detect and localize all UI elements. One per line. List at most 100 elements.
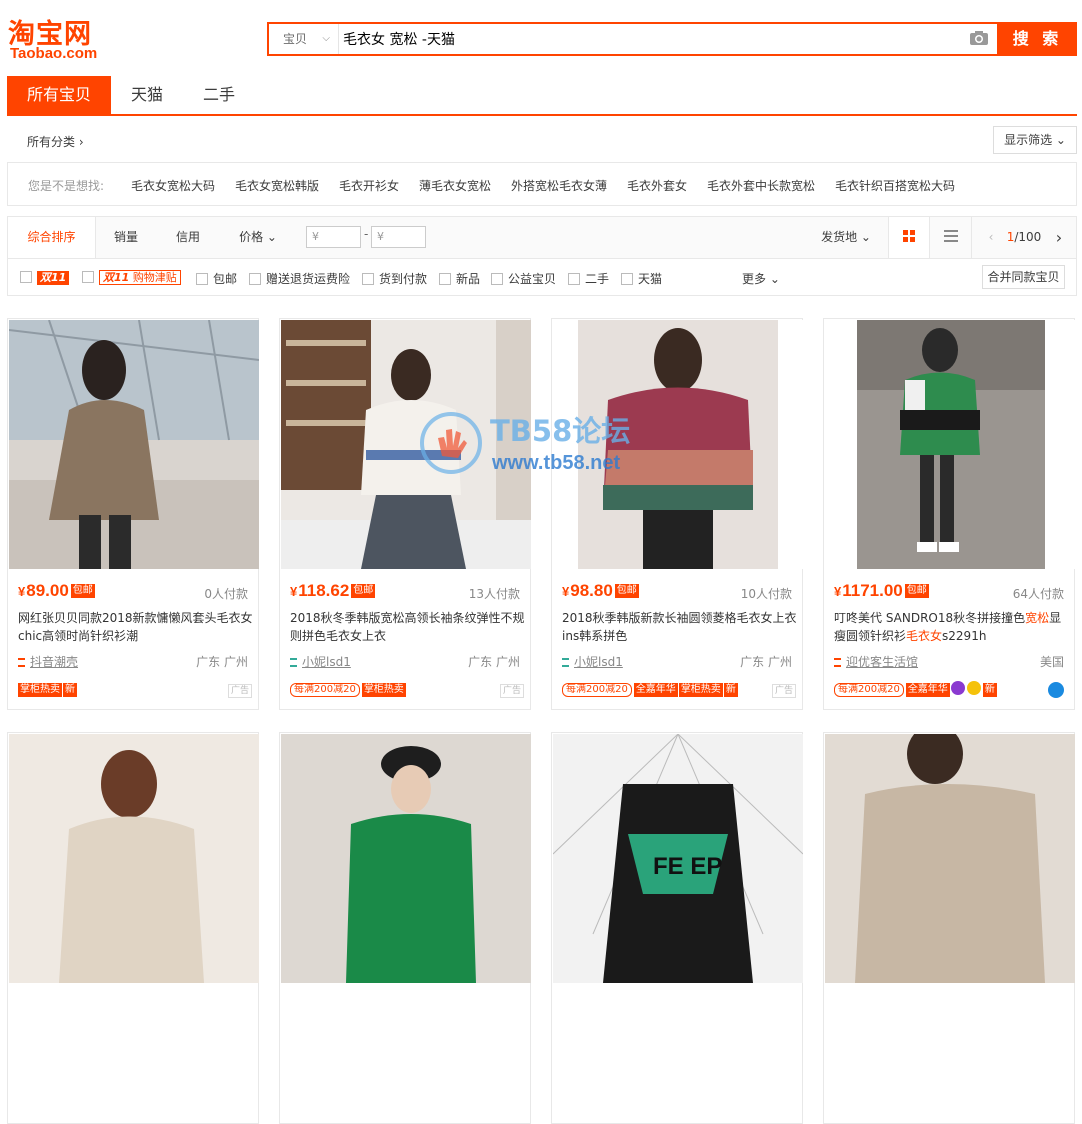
product-card[interactable]	[7, 732, 259, 1124]
price-dash: -	[364, 227, 369, 241]
location: 广东 广州	[196, 655, 248, 669]
tab-all[interactable]: 所有宝贝	[7, 76, 111, 114]
deal-count: 64人付款	[1012, 587, 1064, 601]
tab-secondhand[interactable]: 二手	[187, 76, 251, 114]
product-image[interactable]	[281, 734, 531, 983]
badge-row: 每满200减20 掌柜热卖	[290, 681, 407, 699]
sort-sales[interactable]: 销量	[96, 217, 156, 258]
product-image[interactable]	[9, 320, 259, 569]
search-tabs: 所有宝贝 天猫 二手	[7, 76, 1077, 116]
taobao-logo-en[interactable]: Taobao.com	[10, 45, 97, 62]
filter-cod[interactable]: 货到付款	[362, 270, 427, 287]
sort-price[interactable]: 价格 ⌄	[228, 217, 288, 258]
product-price: ¥98.80 包邮	[562, 581, 639, 600]
shop-link[interactable]: 迎优客生活馆	[834, 653, 918, 670]
shop-link[interactable]: 小妮lsd1	[290, 653, 351, 670]
category-row: 所有分类 › 显示筛选 ⌄	[7, 122, 1077, 160]
search-input[interactable]	[341, 24, 961, 54]
filter-charity[interactable]: 公益宝贝	[491, 270, 556, 287]
next-page-icon[interactable]: ›	[1052, 217, 1066, 258]
product-card[interactable]: FE EP	[551, 732, 803, 1124]
filter-secondhand[interactable]: 二手	[568, 270, 609, 287]
page-indicator: 1/100	[1006, 230, 1042, 244]
deal-count: 10人付款	[740, 587, 792, 601]
filter-double11[interactable]: 双11	[20, 270, 70, 285]
product-image[interactable]	[553, 320, 803, 569]
filter-free-shipping[interactable]: 包邮	[196, 270, 237, 287]
product-price: ¥118.62 包邮	[290, 581, 376, 600]
merge-same-button[interactable]: 合并同款宝贝	[982, 265, 1065, 289]
ad-label: 广告	[499, 684, 524, 698]
shop-icon	[18, 658, 25, 667]
shop-link[interactable]: 抖音潮壳	[18, 653, 78, 670]
product-card[interactable]: ¥89.00 包邮 0人付款 网红张贝贝同款2018新款慵懒风套头毛衣女chic高…	[7, 318, 259, 710]
service-icon	[950, 681, 965, 695]
ship-from-select[interactable]: 发货地 ⌄	[816, 217, 876, 258]
search-button[interactable]: 搜 索	[998, 22, 1077, 56]
grid-icon	[903, 230, 915, 242]
suggest-item[interactable]: 毛衣外套女	[627, 177, 687, 194]
sort-bar: 综合排序 销量 信用 价格 ⌄ ¥ - ¥ 发货地 ⌄ ‹ 1/100 ›	[7, 216, 1077, 259]
location: 美国	[1039, 655, 1064, 669]
sort-default[interactable]: 综合排序	[8, 217, 96, 259]
filter-new[interactable]: 新品	[439, 270, 480, 287]
location: 广东 广州	[740, 655, 792, 669]
product-price: ¥1171.00 包邮	[834, 581, 929, 600]
product-title[interactable]: 2018秋冬季韩版宽松高领长袖条纹弹性不规则拼色毛衣女上衣	[290, 609, 525, 647]
suggest-item[interactable]: 毛衣女宽松韩版	[235, 177, 319, 194]
ad-label: 广告	[771, 684, 796, 698]
sort-credit[interactable]: 信用	[158, 217, 218, 258]
product-image[interactable]	[281, 320, 531, 569]
filter-return-insurance[interactable]: 赠送退货运费险	[249, 270, 350, 287]
shop-link[interactable]: 小妮lsd1	[562, 653, 623, 670]
chevron-down-icon: ⌵	[322, 33, 330, 44]
product-price: ¥89.00 包邮	[18, 581, 95, 600]
product-card[interactable]	[279, 732, 531, 1124]
product-title[interactable]: 网红张贝贝同款2018新款慵懒风套头毛衣女chic高领时尚针织衫潮	[18, 609, 253, 647]
product-card[interactable]: ¥98.80 包邮 10人付款 2018秋季韩版新款长袖圆领菱格毛衣女上衣ins韩…	[551, 318, 803, 710]
product-image[interactable]	[9, 734, 259, 983]
prev-page-icon[interactable]: ‹	[984, 217, 998, 258]
shop-icon	[562, 658, 569, 667]
svg-text:FE EP: FE EP	[653, 853, 722, 880]
location: 广东 广州	[468, 655, 520, 669]
filter-checkbox-row: 双11 双11 购物津贴 包邮 赠送退货运费险 货到付款 新品 公益宝贝 二手 …	[7, 258, 1077, 296]
badge-row: 每满200减20 全嘉年华新	[834, 681, 998, 699]
suggestion-bar: 您是不是想找: 毛衣女宽松大码 毛衣女宽松韩版 毛衣开衫女 薄毛衣女宽松 外搭宽…	[7, 162, 1077, 206]
grid-view-button[interactable]	[888, 217, 930, 258]
list-icon	[943, 230, 958, 242]
product-title[interactable]: 2018秋季韩版新款长袖圆领菱格毛衣女上衣ins韩系拼色	[562, 609, 797, 647]
more-filters-button[interactable]: 更多 ⌄	[742, 270, 780, 287]
price-max-input[interactable]: ¥	[371, 226, 426, 248]
product-image[interactable]	[825, 320, 1075, 569]
list-view-button[interactable]	[930, 217, 972, 258]
show-filter-button[interactable]: 显示筛选 ⌄	[993, 126, 1077, 154]
suggest-label: 您是不是想找:	[28, 179, 105, 193]
deal-count: 13人付款	[468, 587, 520, 601]
badge-row: 每满200减20 全嘉年华 掌柜热卖新	[562, 681, 739, 699]
coin-icon	[966, 681, 981, 695]
product-card[interactable]: ¥118.62 包邮 13人付款 2018秋冬季韩版宽松高领长袖条纹弹性不规则拼色…	[279, 318, 531, 710]
filter-tmall[interactable]: 天猫	[621, 270, 662, 287]
badge-row: 掌柜热卖新	[18, 683, 77, 697]
product-card[interactable]	[823, 732, 1075, 1124]
suggest-item[interactable]: 外搭宽松毛衣女薄	[511, 177, 607, 194]
product-card[interactable]: ¥1171.00 包邮 64人付款 叮咚美代 SANDRO18秋冬拼接撞色宽松显瘦…	[823, 318, 1075, 710]
product-title[interactable]: 叮咚美代 SANDRO18秋冬拼接撞色宽松显瘦圆领针织衫毛衣女s2291h	[834, 609, 1069, 647]
filter-double11-subsidy[interactable]: 双11 购物津贴	[82, 270, 181, 285]
suggest-item[interactable]: 毛衣外套中长款宽松	[707, 177, 815, 194]
suggest-item[interactable]: 薄毛衣女宽松	[419, 177, 491, 194]
product-image[interactable]	[825, 734, 1075, 983]
all-categories-link[interactable]: 所有分类 ›	[27, 133, 84, 150]
search-category-select[interactable]: 宝贝 ⌵	[269, 24, 339, 54]
suggest-item[interactable]: 毛衣女宽松大码	[131, 177, 215, 194]
price-min-input[interactable]: ¥	[306, 226, 361, 248]
suggest-item[interactable]: 毛衣开衫女	[339, 177, 399, 194]
camera-icon[interactable]	[969, 30, 989, 46]
wangwang-icon[interactable]	[1048, 682, 1064, 698]
tab-tmall[interactable]: 天猫	[115, 76, 179, 114]
suggest-item[interactable]: 毛衣针织百搭宽松大码	[835, 177, 955, 194]
shop-icon	[834, 658, 841, 667]
product-image[interactable]: FE EP	[553, 734, 803, 983]
search-bar: 宝贝 ⌵	[267, 22, 999, 56]
